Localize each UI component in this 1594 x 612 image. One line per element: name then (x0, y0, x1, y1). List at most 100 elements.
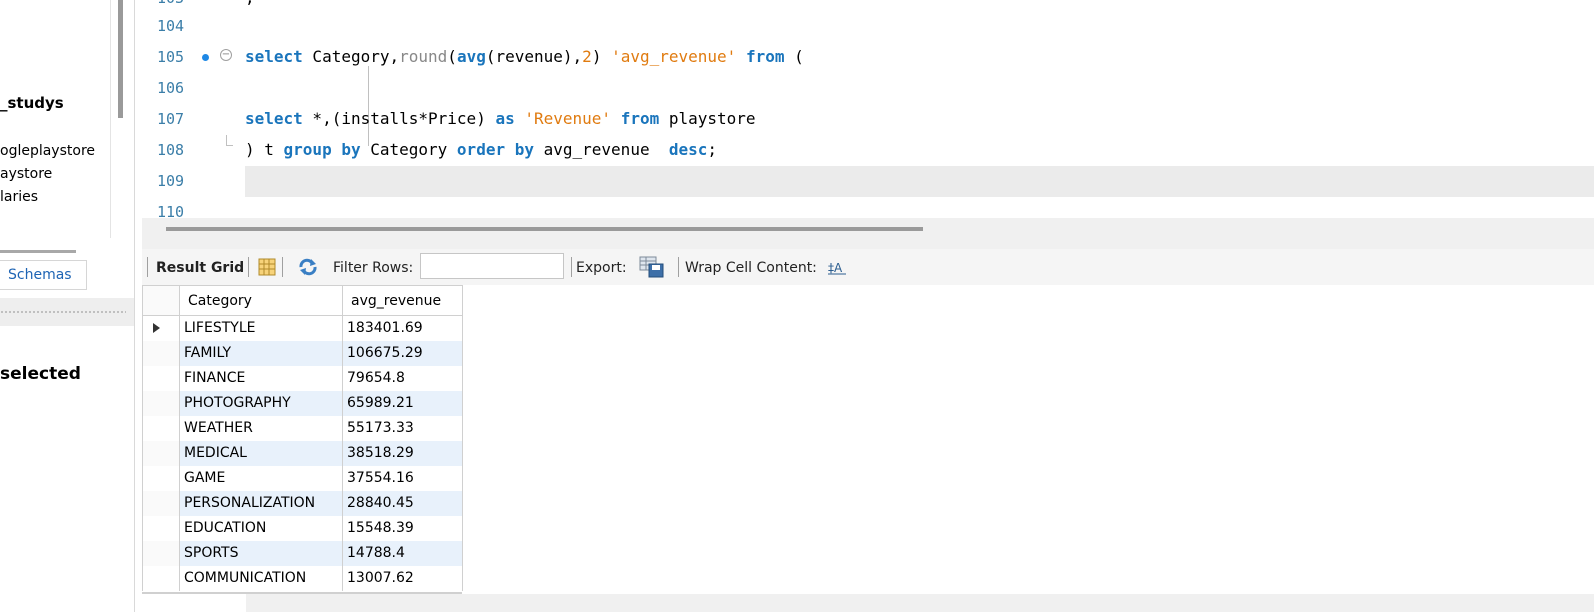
cell-category[interactable]: FINANCE (179, 365, 343, 391)
splitter-grip (0, 310, 126, 314)
row-gutter[interactable] (142, 440, 180, 466)
line-number: 110 (157, 203, 185, 218)
table-row[interactable]: GAME 37554.16 (142, 465, 463, 491)
toolbar-separator (248, 257, 249, 277)
cell-avg-revenue[interactable]: 13007.62 (342, 565, 463, 591)
cell-avg-revenue[interactable]: 38518.29 (342, 440, 463, 466)
cell-category[interactable]: EDUCATION (179, 515, 343, 541)
code-line-104: 104 (142, 11, 1594, 42)
row-gutter[interactable] (142, 315, 180, 341)
result-grid[interactable]: Category avg_revenue LIFESTYLE 183401.69 F… (142, 285, 463, 591)
filter-rows-label: Filter Rows: (333, 260, 414, 276)
toolbar-separator (678, 257, 679, 277)
row-gutter[interactable] (142, 465, 180, 491)
cell-category[interactable]: SPORTS (179, 540, 343, 566)
code-text: select Category,round(avg(revenue),2) 'a… (245, 47, 804, 66)
code-line-105: 105 − select Category,round(avg(revenue)… (142, 42, 1594, 73)
panel-splitter[interactable] (0, 298, 134, 326)
cell-avg-revenue[interactable]: 15548.39 (342, 515, 463, 541)
table-row[interactable]: MEDICAL 38518.29 (142, 440, 463, 466)
export-label: Export: (576, 260, 627, 276)
row-gutter[interactable] (142, 565, 180, 591)
table-row[interactable]: COMMUNICATION 13007.62 (142, 565, 463, 591)
editor-hscroll-thumb[interactable] (166, 227, 923, 231)
cell-category[interactable]: LIFESTYLE (179, 315, 343, 341)
tab-schemas-label: Schemas (8, 267, 72, 283)
grid-header-row: Category avg_revenue (142, 285, 463, 316)
table-node-googleplaystore[interactable]: ogleplaystore (0, 143, 95, 159)
line-number: 106 (157, 79, 185, 97)
wrap-cell-icon[interactable]: ‡A (828, 259, 846, 279)
toolbar-separator (282, 257, 283, 277)
table-row[interactable]: PHOTOGRAPHY 65989.21 (142, 390, 463, 416)
row-gutter[interactable] (142, 415, 180, 441)
schema-node[interactable]: _studys (0, 94, 64, 112)
table-row[interactable]: FAMILY 106675.29 (142, 340, 463, 366)
wrap-cell-label: Wrap Cell Content: (685, 260, 817, 276)
refresh-icon[interactable] (297, 258, 319, 280)
svg-text:‡A: ‡A (828, 261, 843, 275)
column-header-avg-revenue[interactable]: avg_revenue (342, 285, 463, 316)
editor-hscrollbar[interactable] (142, 218, 1594, 249)
sql-editor[interactable]: 103 ; 104 105 − select Category,round(av… (142, 0, 1594, 218)
grid-hscroll-thumb[interactable] (142, 594, 246, 612)
cell-category[interactable]: GAME (179, 465, 343, 491)
table-row[interactable]: FINANCE 79654.8 (142, 365, 463, 391)
cell-avg-revenue[interactable]: 183401.69 (342, 315, 463, 341)
table-row[interactable]: LIFESTYLE 183401.69 (142, 315, 463, 341)
navigator-divider (110, 0, 111, 238)
navigator-panel: _studys ogleplaystore aystore laries Sch… (0, 0, 135, 612)
code-text: select *,(installs*Price) as 'Revenue' f… (245, 109, 756, 128)
cell-avg-revenue[interactable]: 79654.8 (342, 365, 463, 391)
navigator-scrollbar[interactable] (118, 0, 123, 118)
cell-category[interactable]: COMMUNICATION (179, 565, 343, 591)
row-gutter[interactable] (142, 540, 180, 566)
cell-category[interactable]: PHOTOGRAPHY (179, 390, 343, 416)
grid-view-icon[interactable] (258, 258, 276, 280)
cell-category[interactable]: WEATHER (179, 415, 343, 441)
cell-avg-revenue[interactable]: 28840.45 (342, 490, 463, 516)
row-gutter[interactable] (142, 390, 180, 416)
row-gutter[interactable] (142, 340, 180, 366)
row-gutter[interactable] (142, 365, 180, 391)
cell-avg-revenue[interactable]: 14788.4 (342, 540, 463, 566)
toolbar-separator (147, 257, 148, 277)
code-line-108: 108 ) t group by Category order by avg_r… (142, 135, 1594, 166)
line-number: 107 (157, 110, 185, 128)
cell-category[interactable]: MEDICAL (179, 440, 343, 466)
table-row[interactable]: EDUCATION 15548.39 (142, 515, 463, 541)
line-number: 103 (157, 0, 184, 7)
table-row[interactable]: PERSONALIZATION 28840.45 (142, 490, 463, 516)
row-gutter[interactable] (142, 515, 180, 541)
cell-category[interactable]: FAMILY (179, 340, 343, 366)
line-number: 104 (157, 17, 185, 35)
cell-avg-revenue[interactable]: 65989.21 (342, 390, 463, 416)
cell-category[interactable]: PERSONALIZATION (179, 490, 343, 516)
line-number: 109 (157, 172, 185, 190)
cell-avg-revenue[interactable]: 37554.16 (342, 465, 463, 491)
table-node-salaries[interactable]: laries (0, 189, 38, 205)
export-icon[interactable] (639, 256, 665, 282)
code-text: ; (245, 0, 255, 7)
code-line-107: 107 select *,(installs*Price) as 'Revenu… (142, 104, 1594, 135)
table-row[interactable]: SPORTS 14788.4 (142, 540, 463, 566)
tab-schemas[interactable]: Schemas (0, 260, 87, 290)
column-header-category[interactable]: Category (179, 285, 343, 316)
result-grid-tab[interactable]: Result Grid (156, 260, 244, 276)
code-text: ) t group by Category order by avg_reven… (245, 140, 718, 159)
result-toolbar: Result Grid Filter Rows: Export: Wrap Ce… (142, 249, 1594, 285)
navigator-hscrollbar[interactable] (0, 250, 76, 253)
toolbar-separator (571, 257, 572, 277)
fold-toggle-icon[interactable]: − (220, 49, 232, 61)
cell-avg-revenue[interactable]: 106675.29 (342, 340, 463, 366)
current-row-arrow-icon (153, 323, 160, 334)
cell-avg-revenue[interactable]: 55173.33 (342, 415, 463, 441)
code-line-109: 109 (142, 166, 1594, 197)
table-node-playstore[interactable]: aystore (0, 166, 52, 182)
table-row[interactable]: WEATHER 55173.33 (142, 415, 463, 441)
grid-hscrollbar[interactable] (142, 594, 1594, 612)
filter-rows-input[interactable] (420, 253, 564, 279)
fold-end-guide (226, 135, 233, 146)
row-gutter[interactable] (142, 490, 180, 516)
grid-corner (142, 285, 180, 316)
